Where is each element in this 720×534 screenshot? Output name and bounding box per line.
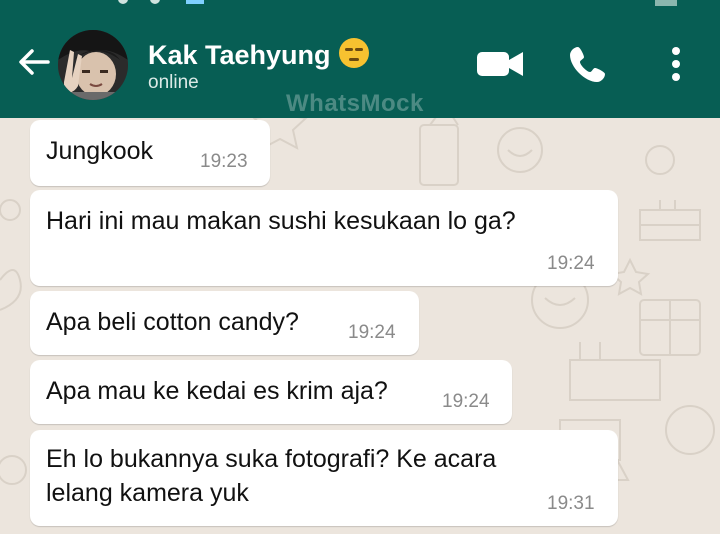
message-bubble[interactable]: Jungkook 19:23 <box>30 120 270 186</box>
message-bubble[interactable]: Apa mau ke kedai es krim aja? 19:24 <box>30 360 512 424</box>
more-vertical-icon[interactable] <box>664 44 688 84</box>
status-bar <box>0 0 720 8</box>
video-camera-icon[interactable] <box>475 44 525 84</box>
status-icon <box>150 0 160 4</box>
message-bubble[interactable]: Hari ini mau makan sushi kesukaan lo ga?… <box>30 190 618 286</box>
message-time: 19:24 <box>442 391 490 412</box>
message-bubble[interactable]: Eh lo bukannya suka fotografi? Ke acara … <box>30 430 618 526</box>
message-text: Jungkook <box>46 137 154 165</box>
status-icon <box>186 0 204 4</box>
battery-icon <box>655 0 677 6</box>
message-text: Apa beli cotton candy? <box>46 308 299 336</box>
avatar[interactable] <box>58 30 128 100</box>
watermark: WhatsMock <box>286 90 424 117</box>
arrow-left-icon[interactable] <box>14 42 54 82</box>
message-time: 19:24 <box>348 322 396 343</box>
phone-icon[interactable] <box>568 44 608 84</box>
avatar-image <box>58 30 128 100</box>
message-text-line: Eh lo bukannya suka fotografi? Ke acara <box>46 445 497 473</box>
contact-name[interactable]: Kak Taehyung <box>148 38 369 71</box>
message-bubble[interactable]: Apa beli cotton candy? 19:24 <box>30 291 419 355</box>
contact-name-text: Kak Taehyung <box>148 40 331 70</box>
message-time: 19:24 <box>547 253 595 274</box>
chat-header: Kak Taehyung online WhatsMock <box>0 8 720 118</box>
expressionless-face-emoji <box>338 38 369 68</box>
message-time: 19:23 <box>200 151 248 172</box>
message-time: 19:31 <box>547 493 595 514</box>
message-text: Hari ini mau makan sushi kesukaan lo ga? <box>46 207 516 235</box>
message-text-line: lelang kamera yuk <box>46 479 249 507</box>
message-text: Apa mau ke kedai es krim aja? <box>46 377 388 405</box>
status-icon <box>118 0 128 4</box>
contact-status: online <box>148 72 199 93</box>
